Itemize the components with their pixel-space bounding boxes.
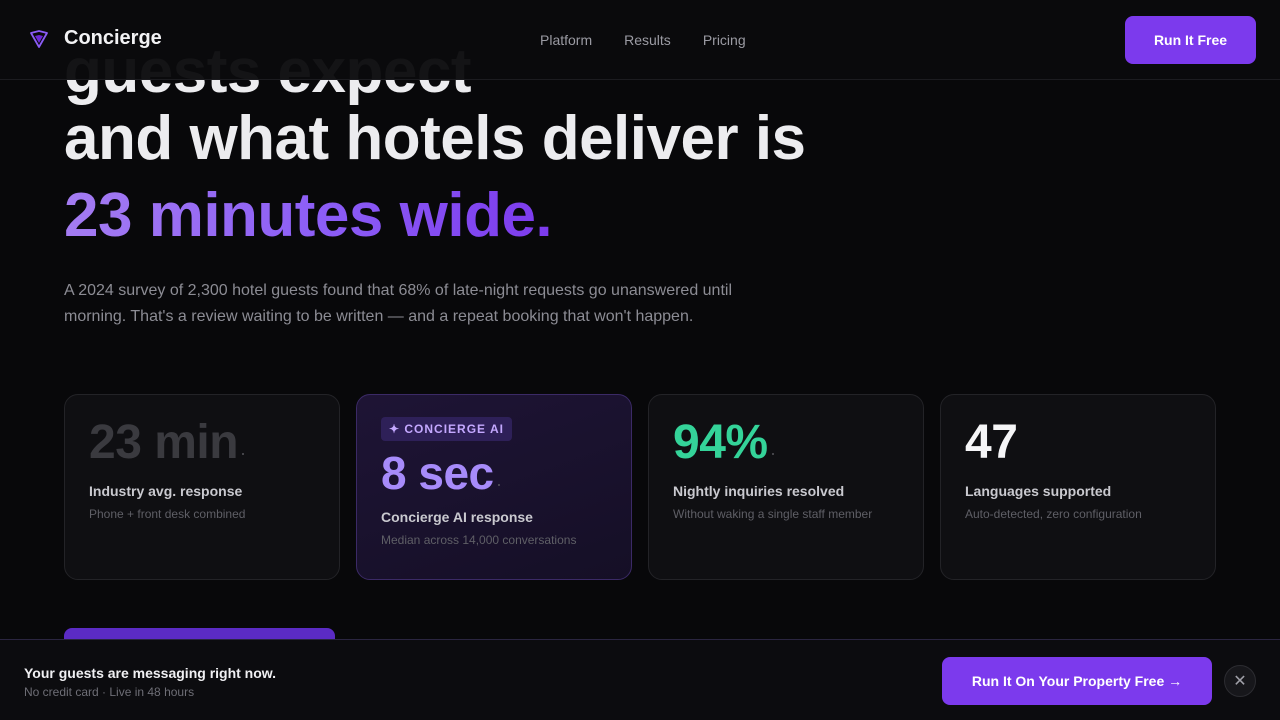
brand[interactable]: Concierge [28,27,162,50]
diamond-logo-icon [30,29,48,48]
stat-title: Concierge AI response [381,509,533,525]
stats-row: 23 min Industry avg. response Phone + fr… [64,394,1216,580]
headline-line-2: and what hotels deliver is [64,104,806,173]
concierge-ai-badge: ✦ CONCIERGE AI [381,417,512,441]
stat-marker [497,483,500,486]
nav-link-pricing[interactable]: Pricing [703,32,746,48]
sticky-cta-bar: Your guests are messaging right now. No … [0,639,1280,720]
stat-description: Phone + front desk combined [89,507,246,521]
headline-highlight: 23 minutes wide. [64,178,553,254]
stat-card-concierge-ai: ✦ CONCIERGE AI 8 sec Concierge AI respon… [356,394,632,580]
stat-marker [242,452,245,455]
stat-title: Nightly inquiries resolved [673,483,845,499]
stat-title: Industry avg. response [89,483,243,499]
stat-description: Without waking a single staff member [673,507,873,521]
stat-title: Languages supported [965,483,1112,499]
run-it-free-button[interactable]: Run It Free [1125,16,1256,64]
stat-value: 47 [965,416,1018,469]
stat-card-languages: 47 Languages supported Auto-detected, ze… [940,394,1216,580]
stat-value: 23 min [89,416,239,469]
stat-card-industry: 23 min Industry avg. response Phone + fr… [64,394,340,580]
top-nav: Concierge Platform Results Pricing Run I… [0,0,1280,80]
brand-name: Concierge [64,27,162,49]
stat-value: 94% [673,416,768,469]
hero-subcopy: A 2024 survey of 2,300 hotel guests foun… [64,282,733,325]
stat-marker [771,452,774,455]
sticky-subtitle: No credit card · Live in 48 hours [24,685,195,699]
sticky-text: Your guests are messaging right now. No … [24,665,276,699]
nav-links: Platform Results Pricing [540,32,746,48]
close-icon[interactable]: ✕ [1224,665,1256,697]
stat-description: Median across 14,000 conversations [381,533,577,547]
stat-value: 8 sec [381,447,494,499]
nav-link-platform[interactable]: Platform [540,32,592,48]
stat-card-resolved: 94% Nightly inquiries resolved Without w… [648,394,924,580]
stat-description: Auto-detected, zero configuration [965,507,1142,521]
run-on-property-button[interactable]: Run It On Your Property Free → [942,657,1212,705]
nav-link-results[interactable]: Results [624,32,671,48]
sticky-title: Your guests are messaging right now. [24,665,277,681]
